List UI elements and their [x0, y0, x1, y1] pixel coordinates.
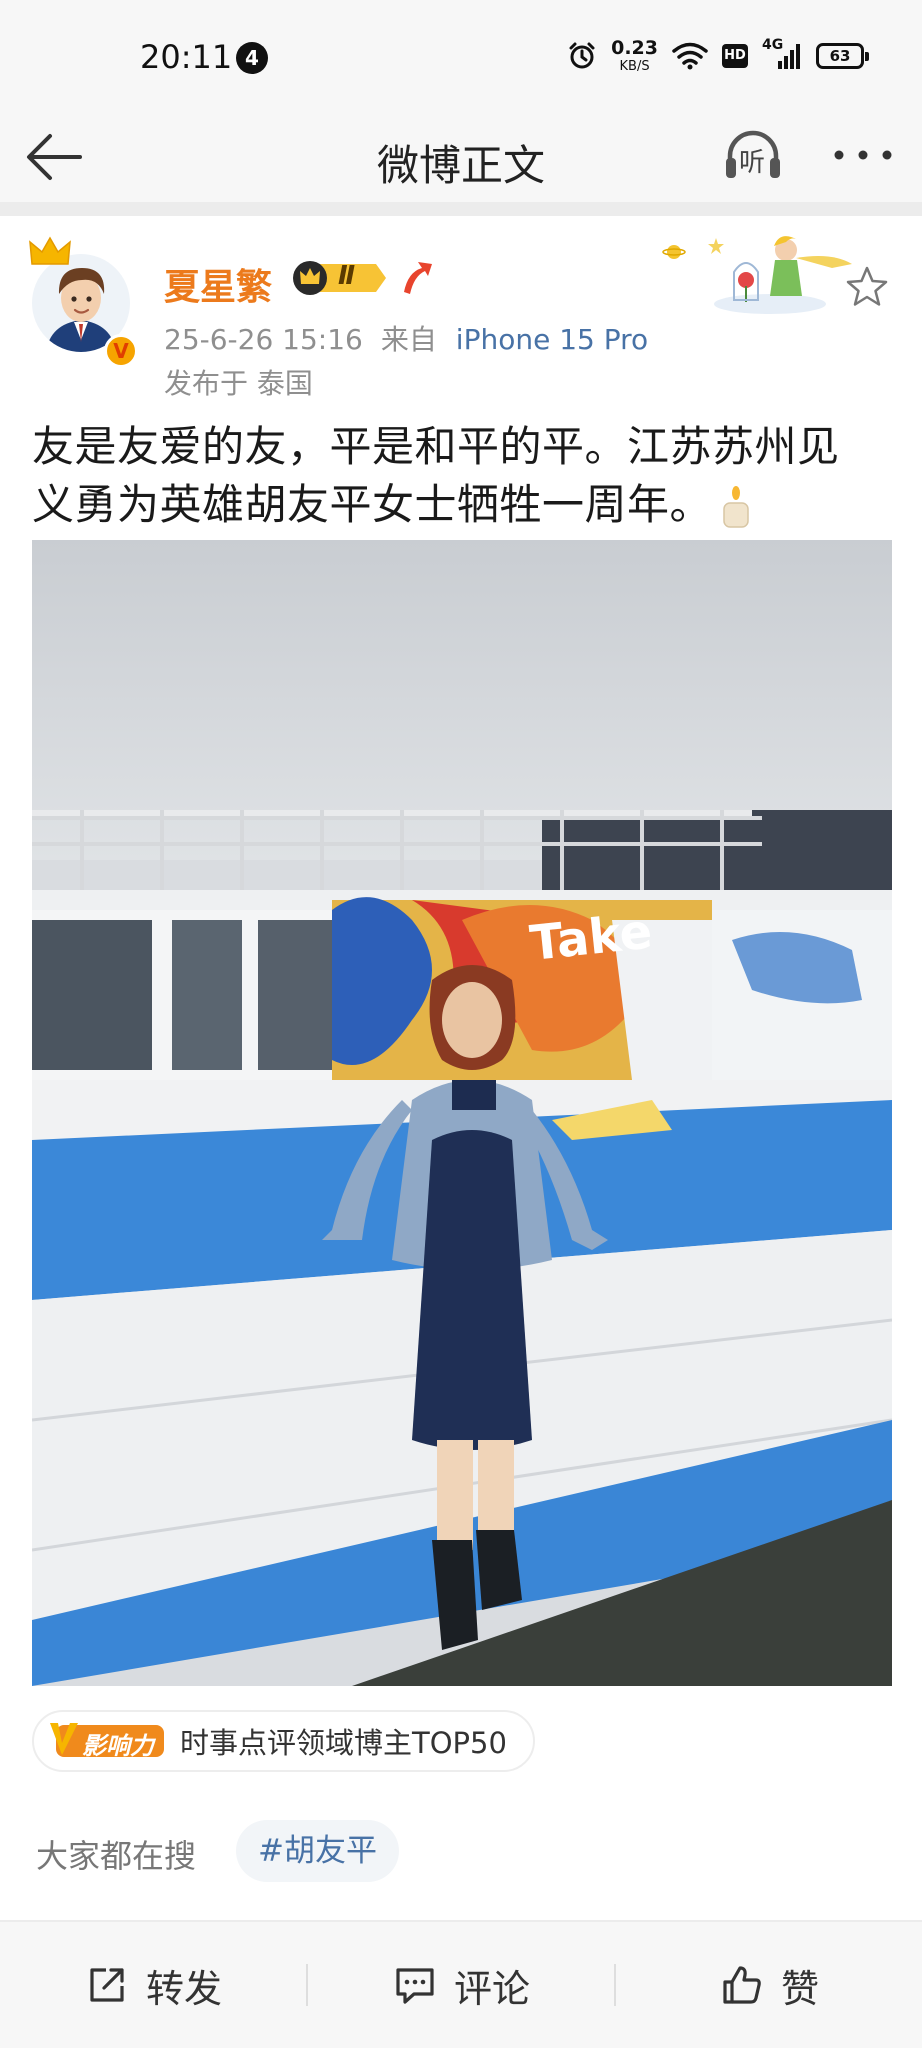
little-prince-decoration-icon — [662, 236, 852, 314]
status-bar: 20:11 4 0.23 KB/S HD 4G 63 — [0, 0, 922, 110]
member-level-label: Ⅱ — [338, 261, 356, 291]
post-meta: 25-6-26 15:16 来自 iPhone 15 Pro — [164, 318, 648, 358]
trending-search-tag[interactable]: #胡友平 — [236, 1820, 399, 1882]
like-label: 赞 — [780, 1966, 819, 2011]
post-text-line-2: 义勇为英雄胡友平女士牺牲一周年。 — [32, 476, 894, 534]
influence-badge-text: 影响力 — [82, 1732, 154, 1760]
signal-bars-icon — [778, 44, 800, 69]
repost-button[interactable]: 转发 — [0, 1922, 306, 2048]
trend-arrow-icon — [404, 262, 432, 294]
author-avatar[interactable]: V — [28, 234, 138, 374]
influence-text: 时事点评领域博主TOP50 — [180, 1726, 507, 1760]
net-speed-value: 0.23 — [611, 37, 658, 59]
network-speed: 0.23 KB/S — [611, 37, 658, 74]
repost-label: 转发 — [145, 1966, 222, 2011]
wifi-icon — [672, 42, 708, 70]
alarm-icon — [569, 42, 595, 69]
verified-badge: V — [104, 334, 138, 368]
top-nav-bar: 微博正文 听 — [0, 110, 922, 202]
woman-at-rink-photo-illustration: Take — [32, 540, 892, 1686]
crown-icon — [29, 236, 71, 265]
post-body: 友是友爱的友，平是和平的平。江苏苏州见 义勇为英雄胡友平女士牺牲一周年。 — [32, 418, 894, 534]
listen-button[interactable]: 听 — [718, 120, 788, 190]
post-source-label: 来自 — [380, 323, 437, 356]
influence-badge: 影响力 — [48, 1721, 166, 1761]
author-name[interactable]: 夏星繁 — [164, 258, 272, 310]
section-divider — [0, 202, 922, 216]
influence-badge-pill[interactable]: 影响力 时事点评领域博主TOP50 — [32, 1710, 535, 1772]
post-text-line: 友是友爱的友，平是和平的平。江苏苏州见 — [32, 422, 840, 471]
post-date: 25-6-26 15:16 — [164, 323, 363, 356]
bottom-action-bar: 转发 评论 赞 — [0, 1922, 922, 2048]
post-location: 发布于 泰国 — [164, 367, 313, 400]
comment-icon — [396, 1968, 434, 2004]
candle-icon — [723, 485, 749, 528]
comment-button[interactable]: 评论 — [308, 1922, 614, 2048]
member-level-badge: Ⅱ — [290, 258, 388, 298]
like-button[interactable]: 赞 — [616, 1922, 922, 2048]
repost-icon — [90, 1968, 124, 2002]
cellular-signal: 4G — [762, 37, 802, 71]
status-icons: 0.23 KB/S HD 4G 63 — [567, 36, 869, 76]
hd-badge: HD — [722, 44, 748, 68]
comment-label: 评论 — [453, 1966, 530, 2011]
net-speed-unit: KB/S — [619, 59, 650, 74]
favorite-star-icon[interactable] — [844, 264, 890, 310]
thumbs-up-icon — [723, 1966, 761, 2004]
post-device[interactable]: iPhone 15 Pro — [456, 323, 648, 356]
status-time: 20:11 — [140, 38, 233, 76]
notification-count-badge: 4 — [236, 42, 268, 74]
battery-indicator: 63 — [816, 43, 869, 69]
post-text-line: 义勇为英雄胡友平女士牺牲一周年。 — [32, 480, 713, 529]
post-photo[interactable]: Take — [32, 540, 892, 1686]
listen-label: 听 — [739, 148, 766, 178]
more-options-icon[interactable] — [828, 130, 898, 180]
trending-search-label: 大家都在搜 — [36, 1837, 197, 1875]
